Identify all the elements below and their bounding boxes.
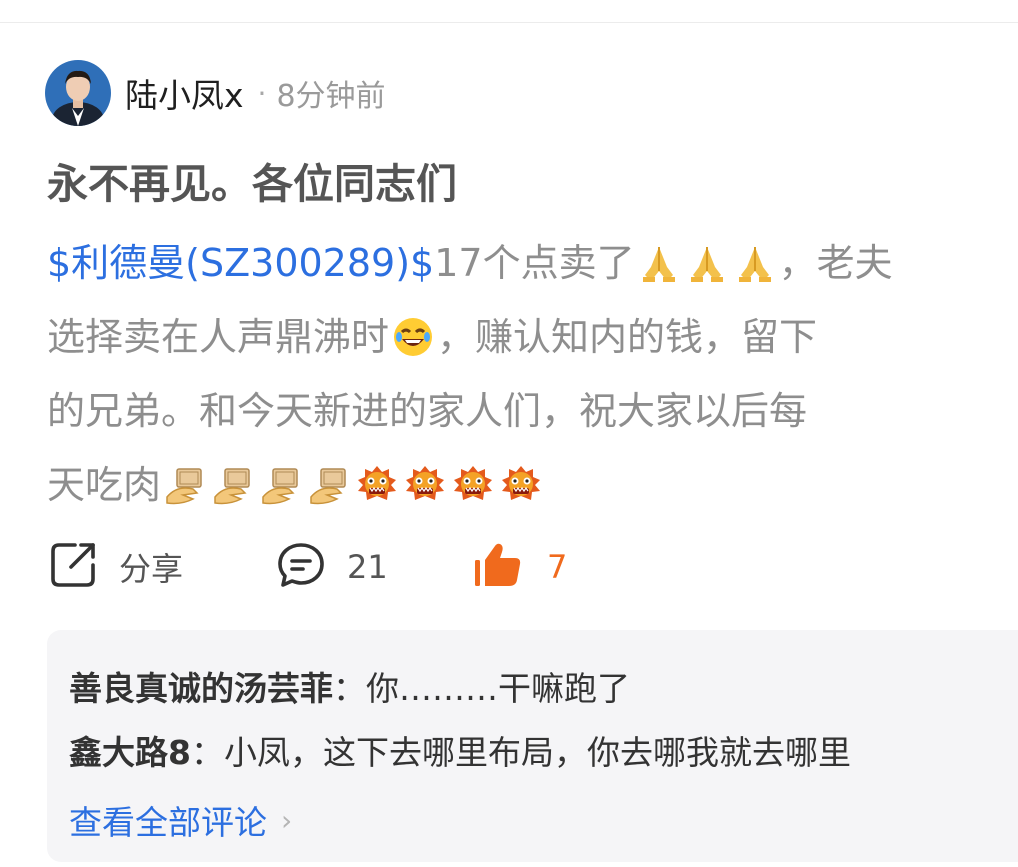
money-hand-emoji-icon (163, 463, 207, 507)
body-text: 的兄弟。和今天新进的家人们，祝大家以后每 (47, 389, 808, 433)
pray-emoji-icon (733, 241, 777, 285)
lion-dance-emoji-icon (355, 463, 399, 507)
top-divider (0, 22, 1018, 23)
stock-link[interactable]: $利德曼(SZ300289)$ (47, 226, 434, 300)
comment-item[interactable]: 鑫大路8：小凤，这下去哪里布局，你去哪我就去哪里 (69, 726, 851, 774)
meta-separator: · (257, 76, 267, 110)
like-count: 7 (547, 548, 568, 586)
comment-separator: ： (190, 733, 224, 772)
avatar[interactable] (45, 60, 111, 126)
chevron-right-icon: › (281, 803, 293, 837)
body-text: 17个点卖了 (434, 241, 635, 285)
money-hand-emoji-icon (211, 463, 255, 507)
comment-user[interactable]: 善良真诚的汤芸菲 (69, 669, 333, 708)
body-text: 天吃肉 (47, 463, 162, 507)
comment-icon (275, 539, 327, 595)
comment-item[interactable]: 善良真诚的汤芸菲：你………干嘛跑了 (69, 662, 630, 710)
view-all-label: 查看全部评论 (69, 803, 267, 842)
thumbs-up-icon (471, 538, 525, 596)
comment-user[interactable]: 鑫大路8 (69, 733, 191, 772)
money-hand-emoji-icon (307, 463, 351, 507)
laugh-emoji-icon (391, 315, 435, 359)
body-line-2: 选择卖在人声鼎沸时 ，赚认知内的钱，留下 (47, 300, 1018, 374)
body-text-trailing: ，老夫 (778, 241, 893, 285)
body-line-3: 的兄弟。和今天新进的家人们，祝大家以后每 (47, 374, 1018, 448)
view-all-comments-link[interactable]: 查看全部评论 › (69, 796, 292, 844)
like-button[interactable]: 7 (471, 537, 567, 597)
share-button[interactable]: 分享 (47, 537, 183, 597)
body-text: 选择卖在人声鼎沸时 (47, 315, 390, 359)
comments-preview: 善良真诚的汤芸菲：你………干嘛跑了 鑫大路8：小凤，这下去哪里布局，你去哪我就去… (47, 630, 1018, 862)
body-line-1: $利德曼(SZ300289)$ 17个点卖了 ，老夫 (47, 226, 1018, 300)
lion-dance-emoji-icon (451, 463, 495, 507)
comment-text: 你………干嘛跑了 (366, 669, 630, 708)
author-name[interactable]: 陆小凤x (125, 69, 244, 117)
pray-emoji-icon (637, 241, 681, 285)
post-time: 8分钟前 (276, 79, 386, 114)
lion-dance-emoji-icon (403, 463, 447, 507)
post-actions: 分享 21 7 (47, 537, 1007, 597)
comment-count: 21 (347, 548, 388, 586)
share-label: 分享 (119, 550, 184, 588)
money-hand-emoji-icon (259, 463, 303, 507)
comment-button[interactable]: 21 (275, 537, 388, 597)
share-icon (47, 539, 99, 595)
body-text: ，赚认知内的钱，留下 (437, 315, 818, 359)
post-header: 陆小凤x · 8分钟前 (45, 60, 386, 126)
comment-text: 小凤，这下去哪里布局，你去哪我就去哪里 (223, 733, 851, 772)
comment-separator: ： (333, 669, 366, 708)
post-body: $利德曼(SZ300289)$ 17个点卖了 ，老夫 选择卖在人声鼎沸时 ，赚认… (47, 226, 1018, 522)
post-title: 永不再见。各位同志们 (47, 160, 457, 208)
body-line-4: 天吃肉 (47, 448, 1018, 522)
lion-dance-emoji-icon (499, 463, 543, 507)
pray-emoji-icon (685, 241, 729, 285)
